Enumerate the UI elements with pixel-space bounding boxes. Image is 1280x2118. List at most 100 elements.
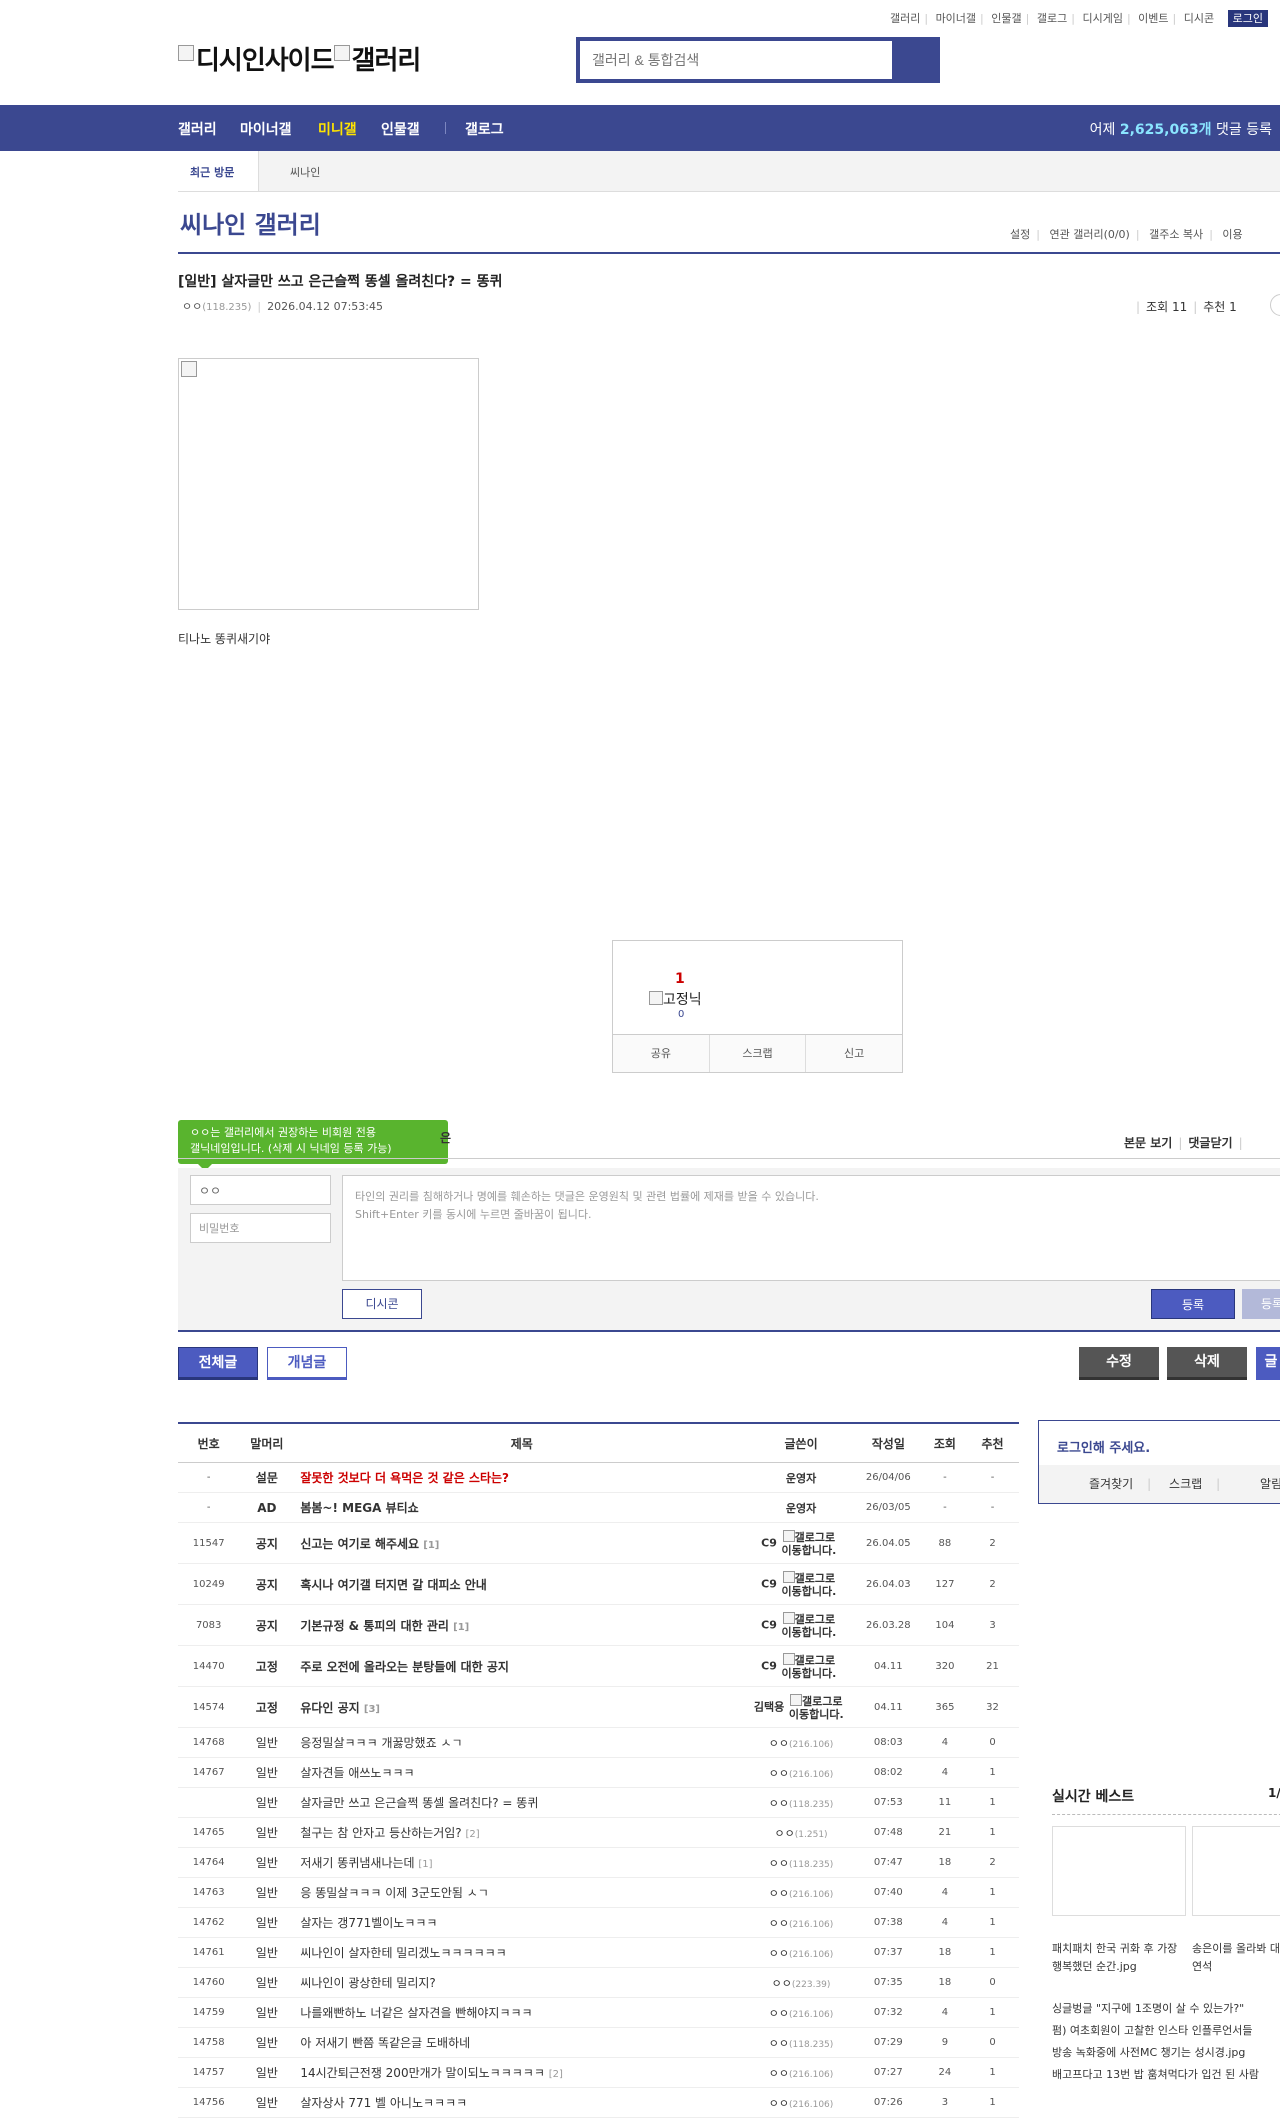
row-subject[interactable]: 철구는 참 안자고 등산하는거임? [2] (294, 1817, 750, 1848)
nav-mini[interactable]: 미니갤 (318, 119, 357, 139)
row-writer[interactable]: C9 갤로그로 이동합니다. (749, 1645, 853, 1687)
favorites-link[interactable]: 즐겨찾기 (1089, 1477, 1133, 1491)
top-link-dccon[interactable]: 디시콘 (1184, 12, 1214, 25)
report-button[interactable]: 신고 (806, 1035, 902, 1072)
close-comments-link[interactable]: 댓글닫기 (1188, 1136, 1232, 1150)
row-writer[interactable]: ㅇㅇ(118.235) (749, 2027, 853, 2058)
table-row[interactable]: - 설문 잘못한 것보다 더 욕먹은 것 같은 스타는? 운영자 26/04/06- - (178, 1462, 1019, 1493)
best-thumbnail[interactable] (1192, 1826, 1280, 1916)
row-writer[interactable]: ㅇㅇ(216.106) (749, 1727, 853, 1758)
row-subject[interactable]: 살자글만 쓰고 은근슬쩍 똥셀 올려친다? = 똥퀴 (294, 1787, 750, 1818)
row-subject[interactable]: 봄봄~! MEGA 뷰티쇼 (294, 1492, 750, 1523)
delete-button[interactable]: 삭제 (1167, 1347, 1247, 1380)
nav-minor[interactable]: 마이너갤 (240, 119, 292, 139)
row-subject[interactable]: 주로 오전에 올라오는 분탕들에 대한 공지 (294, 1645, 750, 1687)
row-subject[interactable]: 살자상사 771 벨 아니노ㅋㅋㅋㅋ (294, 2087, 750, 2118)
row-subject[interactable]: 나를왜빤하노 너같은 살자견을 빤해야지ㅋㅋㅋ (294, 1997, 750, 2028)
row-writer[interactable]: ㅇㅇ(223.39) (749, 1967, 853, 1998)
row-subject[interactable]: 씨나인이 살자한테 밀리겠노ㅋㅋㅋㅋㅋㅋ (294, 1937, 750, 1968)
top-link-event[interactable]: 이벤트 (1138, 12, 1168, 25)
table-row[interactable]: 11547 공지 신고는 여기로 해주세요 [1] C9 갤로그로 이동합니다. 26.0… (178, 1522, 1019, 1564)
top-link-minor[interactable]: 마이너갤 (936, 12, 976, 25)
table-row[interactable]: 14762 일반 살자는 갱771벨이노ㅋㅋㅋ ㅇㅇ(216.106) 07:38 4 1 (178, 1907, 1019, 1938)
row-subject[interactable]: 아 저새기 빤쯤 똑같은글 도배하네 (294, 2027, 750, 2058)
row-subject[interactable]: 잘못한 것보다 더 욕먹은 것 같은 스타는? (294, 1462, 750, 1493)
row-writer[interactable]: ㅇㅇ(1.251) (749, 1817, 853, 1848)
table-row[interactable]: 14760 일반 씨나인이 광상한테 밀리지? ㅇㅇ(223.39) 07:35 18 0 (178, 1967, 1019, 1998)
row-subject[interactable]: 유다인 공지 [3] (294, 1686, 750, 1728)
row-writer[interactable]: 운영자 (749, 1492, 853, 1523)
table-row[interactable]: 14759 일반 나를왜빤하노 너같은 살자견을 빤해야지ㅋㅋㅋ ㅇㅇ(216.10… (178, 1997, 1019, 2028)
row-writer[interactable]: ㅇㅇ(216.106) (749, 1937, 853, 1968)
table-row[interactable]: 14756 일반 살자상사 771 벨 아니노ㅋㅋㅋㅋ ㅇㅇ(216.106) 07:… (178, 2087, 1019, 2118)
row-subject[interactable]: 신고는 여기로 해주세요 [1] (294, 1522, 750, 1564)
table-row[interactable]: 14763 일반 응 똥밀살ㅋㅋㅋ 이제 3군도안됨 ㅅㄱ ㅇㅇ(216.106) 0… (178, 1877, 1019, 1908)
best-thumbnail[interactable] (1052, 1826, 1186, 1916)
comment-submit-button[interactable]: 등록 (1151, 1289, 1235, 1319)
table-row[interactable]: 7083 공지 기본규정 & 통피의 대한 관리 [1] C9 갤로그로 이동합니다. 2… (178, 1604, 1019, 1646)
gallery-title[interactable]: 씨나인 갤러리 (180, 205, 321, 240)
comment-submit-alt-button[interactable]: 등록 (1242, 1289, 1280, 1319)
best-caption[interactable]: 패치패치 한국 귀화 후 가장 행복했던 순간.jpg (1052, 1940, 1184, 1976)
row-subject[interactable]: 응정밀살ㅋㅋㅋ 개꿇망했죠 ㅅㄱ (294, 1727, 750, 1758)
row-writer[interactable]: ㅇㅇ(216.106) (749, 1877, 853, 1908)
table-row[interactable]: 14574 고정 유다인 공지 [3] 김택용 갤로그로 이동합니다. 04.11 365 3… (178, 1686, 1019, 1728)
row-writer[interactable]: ㅇㅇ(216.106) (749, 2057, 853, 2088)
usage-link[interactable]: 이용 (1222, 228, 1242, 241)
site-logo[interactable]: 디시인사이드 갤러리 (178, 40, 421, 77)
related-gallery-link[interactable]: 연관 갤러리(0/0) (1049, 228, 1129, 241)
top-link-person[interactable]: 인물갤 (991, 12, 1021, 25)
top-link-gallog[interactable]: 갤로그 (1037, 12, 1067, 25)
search-button[interactable] (892, 41, 936, 79)
comment-name-field[interactable]: ㅇㅇ (190, 1175, 331, 1205)
tab-concept-posts[interactable]: 개념글 (267, 1347, 347, 1380)
recent-visit-label[interactable]: 최근 방문 (190, 164, 234, 180)
scrap-button[interactable]: 스크랩 (710, 1035, 807, 1072)
top-link-gallery[interactable]: 갤러리 (890, 12, 920, 25)
row-writer[interactable]: ㅇㅇ(118.235) (749, 1787, 853, 1818)
recent-visit-item[interactable]: 씨나인 (290, 164, 320, 180)
copy-address-link[interactable]: 갤주소 복사 (1149, 228, 1203, 241)
row-writer[interactable]: ㅇㅇ(118.235) (749, 1847, 853, 1878)
table-row[interactable]: - AD 봄봄~! MEGA 뷰티쇼 운영자 26/03/05- - (178, 1492, 1019, 1523)
scrap-link[interactable]: 스크랩 (1169, 1477, 1202, 1491)
row-subject[interactable]: 혹시나 여기갤 터지면 갈 대피소 안내 (294, 1563, 750, 1605)
row-writer[interactable]: C9 갤로그로 이동합니다. (749, 1522, 853, 1564)
post-author[interactable]: ㅇㅇ (182, 300, 202, 313)
table-row[interactable]: 14767 일반 살자견들 애쓰노ㅋㅋㅋ ㅇㅇ(216.106) 08:02 4 1 (178, 1757, 1019, 1788)
row-subject[interactable]: 14시간퇴근전쟁 200만개가 말이되노ㅋㅋㅋㅋㅋ [2] (294, 2057, 750, 2088)
row-subject[interactable]: 살자는 갱771벨이노ㅋㅋㅋ (294, 1907, 750, 1938)
row-subject[interactable]: 응 똥밀살ㅋㅋㅋ 이제 3군도안됨 ㅅㄱ (294, 1877, 750, 1908)
best-list-item[interactable]: 배고프다고 13번 밥 훔쳐먹다가 입건 된 사람 (1052, 2064, 1259, 2086)
table-row[interactable]: 10249 공지 혹시나 여기갤 터지면 갈 대피소 안내 C9 갤로그로 이동합니다… (178, 1563, 1019, 1605)
row-writer[interactable]: C9 갤로그로 이동합니다. (749, 1604, 853, 1646)
best-list-item[interactable]: 싱글벙글 "지구에 1조명이 살 수 있는가?" (1052, 1998, 1259, 2020)
comment-textarea[interactable]: 타인의 권리를 침해하거나 명예를 훼손하는 댓글은 운영원칙 및 관련 법률에… (342, 1175, 1280, 1281)
table-row[interactable]: 14764 일반 저새기 똥퀴냄새나는데 [1] ㅇㅇ(118.235) 07:47 18… (178, 1847, 1019, 1878)
row-writer[interactable]: ㅇㅇ(216.106) (749, 1907, 853, 1938)
more-options-icon[interactable] (1270, 294, 1280, 316)
row-writer[interactable]: ㅇㅇ(216.106) (749, 1997, 853, 2028)
comment-password-field[interactable]: 비밀번호 (190, 1213, 331, 1243)
search-input[interactable] (580, 41, 892, 79)
write-button[interactable]: 글 (1256, 1347, 1280, 1380)
tab-all-posts[interactable]: 전체글 (178, 1347, 258, 1380)
table-row[interactable]: 14761 일반 씨나인이 살자한테 밀리겠노ㅋㅋㅋㅋㅋㅋ ㅇㅇ(216.106) 0… (178, 1937, 1019, 1968)
table-row[interactable]: 14765 일반 철구는 참 안자고 등산하는거임? [2] ㅇㅇ(1.251) 07:… (178, 1817, 1019, 1848)
row-subject[interactable]: 저새기 똥퀴냄새나는데 [1] (294, 1847, 750, 1878)
best-caption[interactable]: 송은이를 올라봐 대죄 한 유연석 (1192, 1940, 1280, 1976)
table-row[interactable]: 일반 살자글만 쓰고 은근슬쩍 똥셀 올려친다? = 똥퀴 ㅇㅇ(118.235)… (178, 1787, 1019, 1818)
gallery-settings-link[interactable]: 설정 (1010, 228, 1030, 241)
login-prompt[interactable]: 로그인해 주세요. (1057, 1437, 1150, 1456)
nav-gallog[interactable]: 갤로그 (465, 119, 504, 139)
login-button[interactable]: 로그인 (1227, 10, 1268, 27)
row-subject[interactable]: 살자견들 애쓰노ㅋㅋㅋ (294, 1757, 750, 1788)
nav-gallery[interactable]: 갤러리 (178, 119, 217, 139)
notification-link[interactable]: 알림 (1260, 1477, 1280, 1491)
row-subject[interactable]: 기본규정 & 통피의 대한 관리 [1] (294, 1604, 750, 1646)
edit-button[interactable]: 수정 (1079, 1347, 1159, 1380)
nav-person[interactable]: 인물갤 (381, 119, 420, 139)
table-row[interactable]: 14768 일반 응정밀살ㅋㅋㅋ 개꿇망했죠 ㅅㄱ ㅇㅇ(216.106) 08:03… (178, 1727, 1019, 1758)
row-writer[interactable]: ㅇㅇ(216.106) (749, 2087, 853, 2118)
best-list-item[interactable]: 펌) 여초회원이 고찰한 인스타 인플루언서들 (1052, 2020, 1259, 2042)
